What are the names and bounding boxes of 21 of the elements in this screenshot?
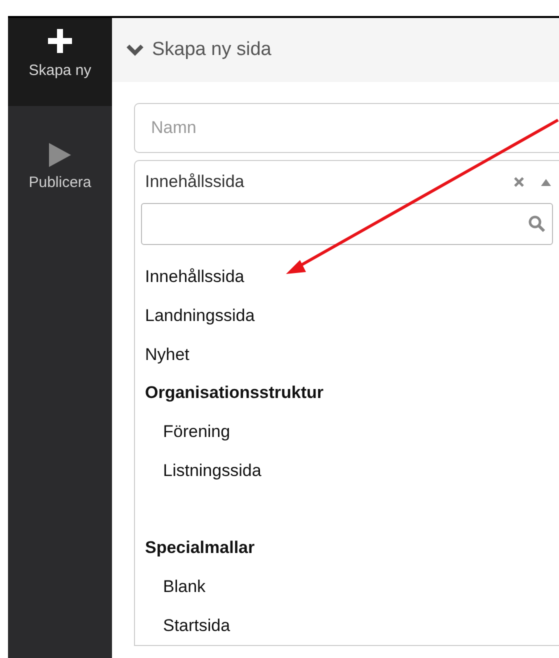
sidebar-item[interactable]: Skapa ny xyxy=(8,18,112,106)
caret-up-icon[interactable] xyxy=(541,178,551,186)
dropdown-option[interactable]: Blank xyxy=(135,567,559,606)
dropdown-option[interactable]: Förening xyxy=(135,412,559,451)
chevron-down-icon xyxy=(126,44,144,56)
search-icon xyxy=(528,215,546,233)
dropdown-option[interactable]: Nyhet xyxy=(135,335,559,374)
dropdown-option[interactable]: Listningssida xyxy=(135,451,559,490)
dropdown-option[interactable]: Innehållssida xyxy=(135,257,559,296)
search-field[interactable] xyxy=(141,203,553,245)
clear-icon[interactable] xyxy=(513,176,525,188)
dropdown-option[interactable]: Landningssida xyxy=(135,296,559,335)
dropdown-option[interactable]: Startsida xyxy=(135,606,559,645)
plus-icon xyxy=(45,26,75,56)
sidebar-item[interactable]: Publicera xyxy=(8,106,112,226)
selected-value: Innehållssida xyxy=(145,172,246,192)
option-group-heading: Organisationsstruktur xyxy=(144,382,325,404)
page-type-dropdown[interactable]: Innehållssida Innehållssida Landningssida Nyhet Organisationsstruktur Förening Listningssida Specialmallar Blank Startsida xyxy=(134,160,559,646)
play-icon xyxy=(48,142,72,168)
option-group-heading: Specialmallar xyxy=(144,537,256,559)
name-field[interactable]: Namn xyxy=(134,103,559,153)
